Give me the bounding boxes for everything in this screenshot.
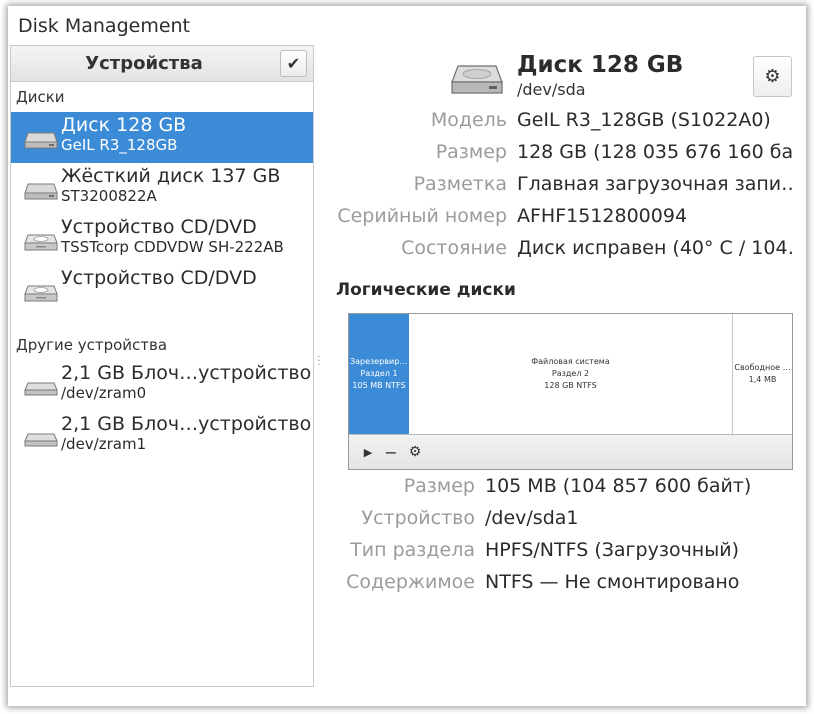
partition-2[interactable]: Файловая система Раздел 2 128 GB NTFS	[409, 314, 733, 434]
partition-settings-button[interactable]: ⚙	[406, 443, 424, 461]
prop-value: 128 GB (128 035 676 160 ба…	[517, 141, 792, 163]
pane-splitter-handle[interactable]: · · ·	[316, 353, 322, 371]
partition-label: Файловая система	[531, 357, 610, 366]
disk-prop-partitioning: Разметка Главная загрузочная запи…	[0, 173, 792, 199]
partition-size: 128 GB NTFS	[544, 381, 597, 390]
prop-value: Диск исправен (40° C / 104…	[517, 237, 792, 259]
delete-partition-button[interactable]: −	[382, 442, 400, 462]
device-path: /dev/zram1	[61, 435, 147, 453]
logical-disks-title: Логические диски	[336, 280, 516, 300]
partition-label: Свободное …	[734, 363, 791, 372]
prop-key: Размер	[403, 475, 475, 497]
device-item-zram1[interactable]: 2,1 GB Блоч…устройство /dev/zram1	[11, 411, 313, 462]
disk-prop-model: Модель GeIL R3_128GB (S1022A0)	[0, 109, 792, 135]
partition-prop-device: Устройство /dev/sda1	[0, 507, 792, 533]
optical-drive-icon	[24, 285, 58, 302]
disk-title: Диск 128 GB	[517, 52, 684, 78]
disk-path: /dev/sda	[517, 80, 586, 99]
device-item-zram0[interactable]: 2,1 GB Блоч…устройство /dev/zram0	[11, 360, 313, 411]
disk-prop-status: Состояние Диск исправен (40° C / 104…	[0, 237, 792, 263]
hdd-icon	[451, 65, 503, 94]
device-name: 2,1 GB Блоч…устройство	[61, 413, 312, 435]
gears-icon: ⚙	[408, 444, 422, 460]
prop-key: Разметка	[413, 173, 507, 195]
free-space[interactable]: Свободное … 1,4 MB	[733, 314, 792, 434]
partition-1[interactable]: Зарезервиро… Раздел 1 105 MB NTFS	[349, 314, 409, 434]
disk-prop-serial: Серийный номер AFHF1512800094	[0, 205, 792, 231]
app-title: Disk Management	[18, 15, 191, 37]
partition-size: 105 MB NTFS	[352, 381, 406, 390]
partition-number: Раздел 2	[551, 369, 590, 378]
prop-key: Размер	[435, 141, 507, 163]
partition-toolbar: ▶ − ⚙	[349, 434, 792, 469]
section-label-disks: Диски	[16, 88, 65, 106]
partition-bar: Зарезервиро… Раздел 1 105 MB NTFS Файлов…	[349, 314, 792, 434]
prop-value: HPFS/NTFS (Загрузочный)	[485, 539, 739, 561]
prop-value: Главная загрузочная запи…	[517, 173, 792, 195]
prop-value: AFHF1512800094	[517, 205, 688, 227]
partition-prop-type: Тип раздела HPFS/NTFS (Загрузочный)	[0, 539, 792, 565]
prop-key: Устройство	[361, 507, 475, 529]
device-path: /dev/zram0	[61, 384, 147, 402]
partition-prop-size: Размер 105 MB (104 857 600 байт)	[0, 475, 792, 501]
block-device-icon	[24, 382, 58, 396]
device-name: Устройство CD/DVD	[61, 267, 257, 289]
prop-key: Содержимое	[346, 571, 475, 593]
prop-key: Тип раздела	[350, 539, 475, 561]
disk-prop-size: Размер 128 GB (128 035 676 160 ба…	[0, 141, 792, 167]
gear-icon: ⚙	[764, 66, 781, 87]
partition-map: Зарезервиро… Раздел 1 105 MB NTFS Файлов…	[348, 313, 793, 470]
section-label-other-devices: Другие устройства	[16, 336, 168, 354]
devices-header-title: Устройства	[85, 53, 203, 74]
prop-value: /dev/sda1	[485, 507, 579, 529]
prop-value: 105 MB (104 857 600 байт)	[485, 475, 752, 497]
prop-key: Серийный номер	[337, 205, 507, 227]
disk-settings-button[interactable]: ⚙	[753, 56, 792, 97]
checkmark-icon: ✔	[286, 54, 301, 73]
prop-key: Модель	[430, 109, 507, 131]
device-name: 2,1 GB Блоч…устройство	[61, 362, 312, 384]
play-icon: ▶	[363, 445, 373, 459]
prop-value: NTFS — Не смонтировано	[485, 571, 740, 593]
partition-size: 1,4 MB	[748, 375, 777, 384]
block-device-icon	[24, 433, 58, 447]
select-mode-button[interactable]: ✔	[280, 50, 307, 77]
partition-number: Раздел 1	[360, 369, 398, 378]
prop-value: GeIL R3_128GB (S1022A0)	[517, 109, 771, 131]
device-item-cd-dvd-2[interactable]: Устройство CD/DVD	[11, 265, 313, 316]
minus-icon: −	[384, 442, 398, 462]
partition-label: Зарезервиро…	[350, 357, 409, 366]
devices-header: Устройства ✔	[11, 46, 313, 82]
mount-button[interactable]: ▶	[359, 443, 377, 461]
partition-prop-contents: Содержимое NTFS — Не смонтировано	[0, 571, 792, 597]
prop-key: Состояние	[401, 237, 507, 259]
